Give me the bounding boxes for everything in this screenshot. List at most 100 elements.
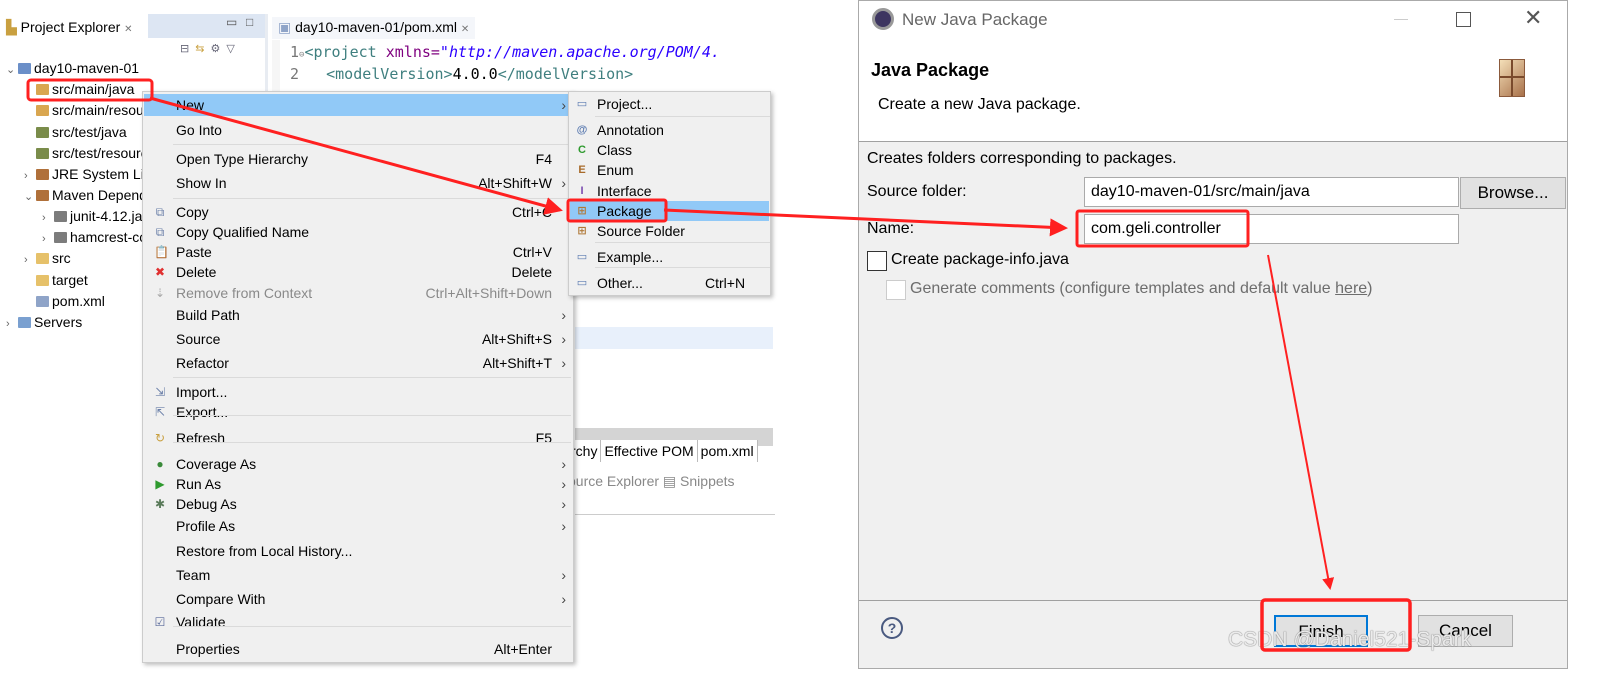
menu-item-refactor[interactable]: Refactor Alt+Shift+T › [144, 352, 572, 374]
create-package-info-checkbox[interactable] [867, 251, 887, 271]
menu-item-paste[interactable]: 📋 Paste Ctrl+V [144, 241, 572, 263]
menu-item-source[interactable]: Source Alt+Shift+S › [144, 328, 572, 350]
menu-item-label: Copy Qualified Name [176, 224, 310, 240]
tree-item-label: Servers [34, 314, 83, 330]
menu-item-import[interactable]: ⇲ Import... [144, 381, 572, 403]
menu-item-label: Source [176, 331, 221, 347]
menu-item-refresh[interactable]: ↻ Refresh F5 [144, 427, 572, 449]
menu-item-team[interactable]: Team › [144, 564, 572, 586]
menu-item-label: Export... [176, 404, 229, 420]
class-icon: C [578, 144, 586, 156]
submenu-arrow-icon: › [561, 456, 566, 472]
minimize-icon[interactable] [1394, 19, 1408, 20]
view-menu-icon[interactable]: ▽ [226, 43, 240, 55]
tree-item[interactable]: src/test/java [24, 122, 127, 142]
menu-item-label: Import... [176, 384, 228, 400]
submenu-item-enum[interactable]: E Enum [570, 160, 769, 180]
package-name-input[interactable]: com.geli.controller [1084, 214, 1459, 244]
menu-item-build-path[interactable]: Build Path › [144, 304, 572, 326]
bottom-views-tabs[interactable]: ource Explorer ▤ Snippets [568, 473, 735, 490]
tree-item[interactable]: pom.xml [24, 291, 105, 311]
submenu-item-package[interactable]: ⊞ Package [570, 201, 769, 221]
menu-item-properties[interactable]: Properties Alt+Enter [144, 638, 572, 660]
menu-item-label: Package [597, 203, 652, 219]
minimize-icon[interactable]: ▭ [226, 15, 237, 29]
menu-item-show-in[interactable]: Show In Alt+Shift+W › [144, 172, 572, 194]
submenu-item-source-folder[interactable]: ⊞ Source Folder [570, 221, 769, 241]
menu-item-validate[interactable]: ☑ Validate [144, 611, 572, 633]
submenu-item-class[interactable]: C Class [570, 140, 769, 160]
maximize-icon[interactable] [1456, 12, 1471, 27]
menu-item-remove-from-context[interactable]: ⇣ Remove from Context Ctrl+Alt+Shift+Down [144, 282, 572, 304]
import-icon: ⇲ [154, 385, 166, 399]
view-tab-area: ▭ □ [148, 14, 265, 38]
link-editor-icon[interactable]: ⇆ [195, 43, 210, 55]
collapsed-chevron-icon[interactable]: › [42, 229, 54, 249]
folder-icon [18, 317, 31, 328]
library-icon [36, 190, 49, 201]
menu-separator [173, 377, 571, 378]
collapsed-chevron-icon[interactable]: › [24, 166, 36, 186]
close-icon[interactable]: ✕ [461, 24, 469, 35]
menu-separator [173, 415, 571, 416]
coverage-icon: ● [156, 457, 164, 471]
expanded-chevron-icon[interactable]: ⌄ [24, 187, 36, 207]
tab-pom-source[interactable]: pom.xml [697, 440, 758, 462]
xml-file-icon [36, 296, 49, 307]
submenu-item-other[interactable]: ▭ Other... Ctrl+N [570, 273, 769, 293]
tree-item[interactable]: › junit-4.12.jar [42, 206, 147, 226]
tree-item[interactable]: › Servers [6, 312, 82, 332]
new-project-icon: ▭ [576, 98, 588, 110]
tree-item[interactable]: target [24, 270, 88, 290]
menu-item-go-into[interactable]: Go Into [144, 119, 572, 141]
shortcut-label: F4 [535, 151, 552, 167]
menu-separator [595, 242, 770, 243]
collapse-all-icon[interactable]: ⊟ [180, 43, 195, 55]
tab-pom-xml[interactable]: ▣ day10-maven-01/pom.xml ✕ [272, 17, 476, 39]
close-icon[interactable]: ✕ [1524, 5, 1542, 31]
expanded-chevron-icon[interactable]: ⌄ [6, 60, 18, 80]
menu-item-copy-qualified-name[interactable]: ⧉ Copy Qualified Name [144, 221, 572, 243]
menu-item-profile-as[interactable]: Profile As › [144, 515, 572, 537]
menu-item-delete[interactable]: ✖ Delete Delete [144, 261, 572, 283]
shortcut-label: Ctrl+C [511, 204, 552, 220]
tab-project-explorer[interactable]: ▙ Project Explorer ✕ [2, 14, 137, 40]
menu-item-label: Show In [176, 175, 227, 191]
menu-item-export[interactable]: ⇱ Export... [144, 401, 572, 423]
tree-item[interactable]: › src [24, 248, 71, 268]
maximize-icon[interactable]: □ [246, 15, 253, 29]
tab-effective-pom[interactable]: Effective POM [601, 440, 698, 462]
collapsed-chevron-icon[interactable]: › [6, 314, 18, 334]
tree-item[interactable]: src/main/java [24, 79, 134, 99]
tree-item-label: target [52, 272, 88, 288]
enum-icon: E [578, 164, 586, 176]
here-link[interactable]: here [1335, 280, 1367, 297]
submenu-item-project[interactable]: ▭ Project... [570, 94, 769, 114]
collapsed-chevron-icon[interactable]: › [42, 208, 54, 228]
menu-item-label: Open Type Hierarchy [176, 151, 309, 167]
menu-item-run-as[interactable]: ▶ Run As › [144, 473, 572, 495]
jar-icon [54, 232, 67, 243]
wizard-icon: ▭ [576, 251, 588, 263]
submenu-item-interface[interactable]: I Interface [570, 181, 769, 201]
close-icon[interactable]: ✕ [124, 24, 132, 35]
menu-item-copy[interactable]: ⧉ Copy Ctrl+C [144, 201, 572, 223]
remove-context-icon: ⇣ [154, 286, 166, 300]
menu-item-restore-from-local-history[interactable]: Restore from Local History... [144, 540, 572, 562]
generate-comments-checkbox[interactable] [886, 280, 906, 300]
collapsed-chevron-icon[interactable]: › [24, 250, 36, 270]
help-icon[interactable]: ? [881, 617, 903, 639]
source-folder-input[interactable]: day10-maven-01/src/main/java [1084, 177, 1459, 207]
menu-item-debug-as[interactable]: ✱ Debug As › [144, 493, 572, 515]
menu-item-coverage-as[interactable]: ● Coverage As › [144, 453, 572, 475]
submenu-item-annotation[interactable]: @ Annotation [570, 120, 769, 140]
filter-icon[interactable]: ⚙ [210, 43, 226, 55]
tree-item[interactable]: ⌄ day10-maven-01 [6, 58, 139, 78]
submenu-item-example[interactable]: ▭ Example... [570, 247, 769, 267]
shortcut-label: F5 [535, 430, 552, 446]
submenu-arrow-icon: › [561, 518, 566, 534]
menu-item-compare-with[interactable]: Compare With › [144, 588, 572, 610]
menu-item-new[interactable]: New › [144, 94, 572, 116]
menu-item-open-type-hierarchy[interactable]: Open Type Hierarchy F4 [144, 148, 572, 170]
browse-button[interactable]: Browse... [1460, 177, 1566, 209]
